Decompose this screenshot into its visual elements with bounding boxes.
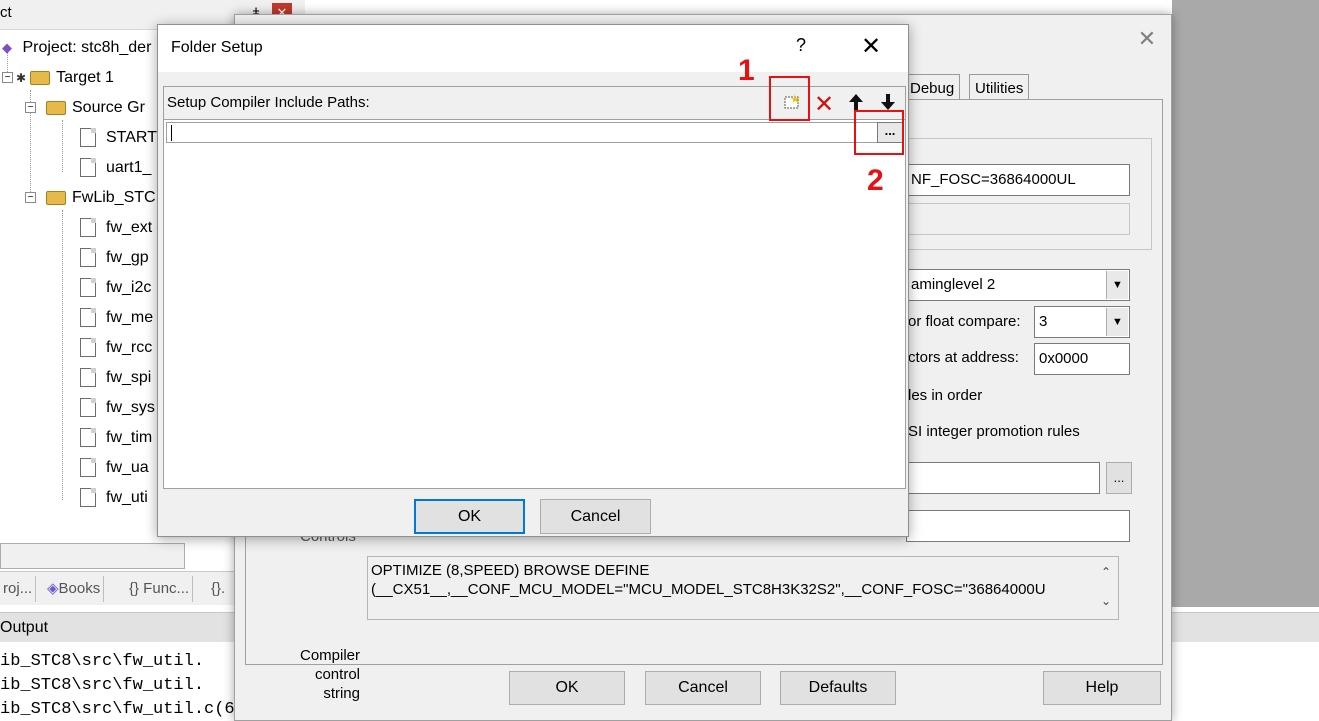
output-panel-strip: [1172, 612, 1319, 642]
file-icon: [80, 488, 96, 508]
compiler-control-string[interactable]: OPTIMIZE (8,SPEED) BROWSE DEFINE (__CX51…: [367, 556, 1119, 620]
output-panel-title: Output: [0, 612, 240, 642]
tree-item-file[interactable]: fw_rcc: [80, 334, 152, 362]
tab-templates[interactable]: {}.: [208, 576, 228, 602]
delete-icon[interactable]: ✕: [810, 92, 838, 118]
tree-item-file[interactable]: fw_gp: [80, 244, 149, 272]
cancel-button[interactable]: Cancel: [645, 671, 761, 705]
file-icon: [80, 218, 96, 238]
chevron-down-icon[interactable]: ⌄: [1094, 592, 1118, 611]
tree-item-file[interactable]: fw_sys: [80, 394, 155, 422]
collapse-icon[interactable]: −: [25, 192, 36, 203]
interrupt-vectors-label: ctors at address:: [908, 349, 1019, 366]
defaults-button[interactable]: Defaults: [780, 671, 896, 705]
file-icon: [80, 308, 96, 328]
file-icon: [80, 398, 96, 418]
float-compare-label: or float compare:: [908, 313, 1021, 330]
books-icon: ◈: [47, 580, 59, 597]
interrupt-vectors-input[interactable]: 0x0000: [1034, 343, 1130, 375]
tab-project[interactable]: roj...: [0, 576, 37, 602]
ok-button[interactable]: OK: [414, 499, 525, 534]
horizontal-scrollbar[interactable]: [0, 543, 185, 569]
folder-icon: [46, 100, 66, 115]
annotation-box-browse: [854, 110, 904, 155]
compiler-control-string-label: Compiler control string: [299, 647, 360, 702]
tree-item-file[interactable]: fw_ua: [80, 454, 149, 482]
tree-item-source-group[interactable]: Source Gr: [46, 94, 145, 122]
help-button[interactable]: Help: [1043, 671, 1161, 705]
compiler-string-scrollbar[interactable]: ⌃ ⌄: [1094, 557, 1118, 619]
tree-guide: [62, 120, 63, 172]
annotation-number-2: 2: [867, 164, 884, 197]
collapse-icon[interactable]: −: [2, 72, 13, 83]
output-line: ib_STC8\src\fw_util.: [0, 676, 205, 695]
tree-item-file[interactable]: fw_ext: [80, 214, 152, 242]
tree-item-target[interactable]: ✱ Target 1: [16, 64, 114, 92]
float-compare-select[interactable]: 3 ▼: [1034, 306, 1130, 338]
tree-item-file[interactable]: fw_me: [80, 304, 153, 332]
folder-setup-titlebar: Folder Setup ? ✕: [158, 25, 908, 72]
target-icon: ✱: [16, 71, 27, 85]
tab-functions[interactable]: {} Func...: [126, 576, 194, 602]
tab-utilities[interactable]: Utilities: [969, 74, 1030, 101]
file-icon: [80, 128, 96, 148]
annotation-number-1: 1: [738, 54, 755, 87]
file-icon: [80, 248, 96, 268]
tree-item-file[interactable]: uart1_: [80, 154, 151, 182]
keep-order-label: les in order: [908, 387, 983, 404]
tree-item-fwlib-group[interactable]: FwLib_STC: [46, 184, 156, 212]
folder-icon: [46, 190, 66, 205]
undefine-input[interactable]: [906, 203, 1130, 235]
project-bottom-tabs: roj... ◈Books {} Func... {}.: [0, 571, 240, 605]
tab-debug[interactable]: Debug: [904, 74, 961, 101]
tree-item-file[interactable]: START: [80, 124, 157, 152]
close-icon[interactable]: ✕: [1135, 27, 1159, 51]
tree-item-file[interactable]: fw_spi: [80, 364, 151, 392]
include-paths-list[interactable]: Setup Compiler Include Paths: ✕ ...: [163, 86, 906, 489]
editor-background: [1172, 0, 1319, 607]
folder-icon: [30, 70, 51, 85]
include-paths-input[interactable]: [906, 462, 1100, 494]
include-paths-header-label: Setup Compiler Include Paths:: [167, 94, 370, 111]
ok-button[interactable]: OK: [509, 671, 625, 705]
file-icon: [80, 458, 96, 478]
file-icon: [80, 338, 96, 358]
annotation-box-new: [769, 76, 810, 121]
collapse-icon[interactable]: −: [25, 102, 36, 113]
dialog-title: Folder Setup: [171, 39, 263, 56]
ansi-promotion-label: SI integer promotion rules: [908, 423, 1080, 440]
project-panel-title: ct: [0, 4, 12, 21]
help-icon[interactable]: ?: [796, 35, 806, 56]
file-icon: [80, 368, 96, 388]
file-icon: [80, 428, 96, 448]
tree-item-file[interactable]: fw_tim: [80, 424, 152, 452]
warnings-select[interactable]: aminglevel 2 ▼: [906, 269, 1130, 301]
output-line: ib_STC8\src\fw_util.: [0, 652, 205, 671]
include-paths-browse-button[interactable]: ...: [1106, 462, 1132, 494]
file-icon: [80, 278, 96, 298]
define-input[interactable]: NF_FOSC=36864000UL: [906, 164, 1130, 196]
close-icon[interactable]: ✕: [861, 33, 881, 61]
chevron-up-icon[interactable]: ⌃: [1094, 563, 1118, 582]
text-caret: [171, 125, 172, 141]
cancel-button[interactable]: Cancel: [540, 499, 651, 534]
chevron-down-icon[interactable]: ▼: [1106, 308, 1128, 336]
file-icon: [80, 158, 96, 178]
project-icon: ◆: [2, 40, 12, 55]
misc-controls-input[interactable]: [906, 510, 1130, 542]
tree-item-file[interactable]: fw_uti: [80, 484, 148, 512]
tab-books[interactable]: ◈Books: [44, 576, 105, 602]
tree-item-project[interactable]: ◆ Project: stc8h_der: [2, 34, 151, 62]
tree-guide: [62, 210, 63, 500]
chevron-down-icon[interactable]: ▼: [1106, 271, 1128, 299]
tree-item-file[interactable]: fw_i2c: [80, 274, 151, 302]
include-path-edit[interactable]: [166, 122, 903, 143]
